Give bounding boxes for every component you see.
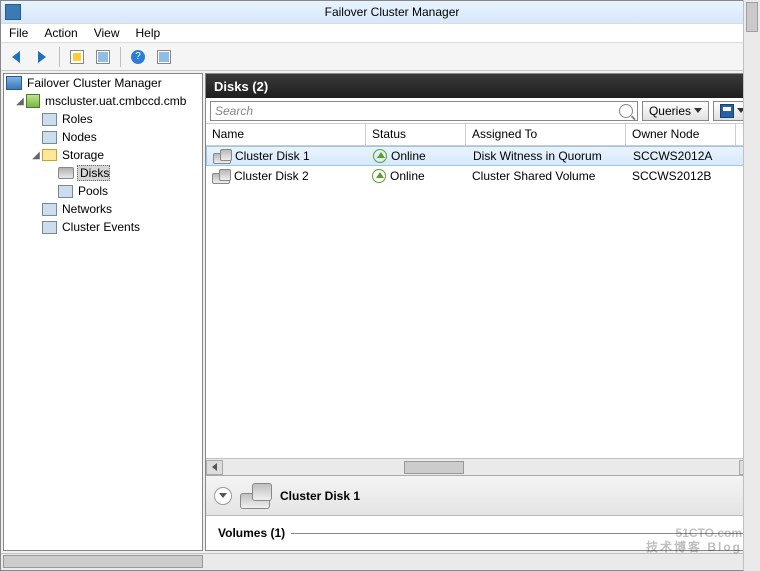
collapse-icon[interactable]: ◢ [14, 96, 26, 107]
triangle-left-icon [212, 463, 217, 471]
cluster-manager-icon [6, 76, 22, 90]
cell-name: Cluster Disk 2 [234, 169, 309, 183]
tree-disks[interactable]: Disks [4, 164, 202, 182]
collapse-detail-button[interactable] [214, 487, 232, 505]
tree-networks[interactable]: Networks [4, 200, 202, 218]
search-input[interactable]: Search [210, 101, 638, 121]
refresh-button[interactable] [153, 46, 175, 68]
arrow-right-icon [38, 51, 46, 63]
search-placeholder: Search [215, 104, 253, 118]
nav-tree[interactable]: Failover Cluster Manager ◢ mscluster.uat… [3, 73, 203, 551]
menu-view[interactable]: View [94, 26, 120, 40]
cell-status: Online [390, 169, 425, 183]
scroll-thumb[interactable] [404, 461, 464, 474]
help-button[interactable]: ? [127, 46, 149, 68]
disk-grid[interactable]: Cluster Disk 1 Online Disk Witness in Qu… [206, 146, 756, 458]
tree-label: Roles [60, 112, 93, 126]
search-icon [619, 104, 633, 118]
app-icon [5, 4, 21, 20]
col-name[interactable]: Name [206, 124, 366, 145]
page-vertical-scrollbar[interactable] [743, 0, 760, 571]
col-owner[interactable]: Owner Node [626, 124, 736, 145]
tree-label: Nodes [60, 130, 97, 144]
tree-cluster[interactable]: ◢ mscluster.uat.cmbccd.cmb [4, 92, 202, 110]
arrow-left-icon [12, 51, 20, 63]
detail-title: Cluster Disk 1 [280, 489, 360, 503]
cell-owner: SCCWS2012B [632, 169, 711, 183]
detail-pane: Cluster Disk 1 Volumes (1) [206, 475, 756, 550]
tree-label: Networks [60, 202, 112, 216]
tree-pools[interactable]: Pools [4, 182, 202, 200]
col-assigned[interactable]: Assigned To [466, 124, 626, 145]
save-icon [720, 104, 734, 118]
menu-file[interactable]: File [9, 26, 28, 40]
queries-label: Queries [649, 104, 691, 118]
tree-roles[interactable]: Roles [4, 110, 202, 128]
separator [120, 47, 121, 67]
col-status[interactable]: Status [366, 124, 466, 145]
window-title: Failover Cluster Manager [25, 5, 759, 19]
cell-owner: SCCWS2012A [633, 149, 712, 163]
scroll-left-button[interactable] [206, 460, 223, 475]
sheet-icon [96, 50, 110, 64]
toolbar: ? [1, 43, 759, 71]
table-row[interactable]: Cluster Disk 1 Online Disk Witness in Qu… [206, 146, 756, 166]
collapse-icon[interactable]: ◢ [30, 150, 42, 161]
volumes-label: Volumes (1) [218, 526, 285, 540]
grid-horizontal-scrollbar[interactable] [206, 458, 756, 475]
scroll-thumb[interactable] [746, 2, 758, 32]
panel-icon [70, 50, 84, 64]
disks-icon [58, 167, 74, 179]
menu-help[interactable]: Help [136, 26, 161, 40]
nav-forward-button[interactable] [31, 46, 53, 68]
show-hide-tree-button[interactable] [66, 46, 88, 68]
help-icon: ? [131, 50, 145, 64]
chevron-down-icon [694, 108, 702, 113]
window-horizontal-scrollbar[interactable] [1, 553, 759, 570]
nav-back-button[interactable] [5, 46, 27, 68]
nodes-icon [42, 131, 57, 144]
networks-icon [42, 203, 57, 216]
roles-icon [42, 113, 57, 126]
column-headers[interactable]: Name Status Assigned To Owner Node Disk [206, 124, 756, 146]
cell-status: Online [391, 149, 426, 163]
panel-title: Disks (2) [206, 74, 756, 98]
table-row[interactable]: Cluster Disk 2 Online Cluster Shared Vol… [206, 166, 756, 186]
pools-icon [58, 185, 73, 198]
tree-storage[interactable]: ◢ Storage [4, 146, 202, 164]
tree-label: mscluster.uat.cmbccd.cmb [43, 94, 186, 108]
title-bar: Failover Cluster Manager [1, 1, 759, 23]
tree-label: Cluster Events [60, 220, 140, 234]
cluster-icon [26, 94, 40, 108]
refresh-icon [157, 50, 171, 64]
tree-nodes[interactable]: Nodes [4, 128, 202, 146]
queries-button[interactable]: Queries [642, 101, 709, 121]
tree-label: Storage [60, 148, 104, 162]
tree-events[interactable]: Cluster Events [4, 218, 202, 236]
disk-icon [213, 149, 231, 163]
tree-label: Pools [76, 184, 108, 198]
status-online-icon [372, 169, 386, 183]
cell-name: Cluster Disk 1 [235, 149, 310, 163]
storage-icon [42, 149, 57, 161]
disk-icon [212, 169, 230, 183]
menu-bar: File Action View Help [1, 23, 759, 43]
status-online-icon [373, 149, 387, 163]
scroll-thumb[interactable] [3, 555, 203, 568]
properties-button[interactable] [92, 46, 114, 68]
menu-action[interactable]: Action [44, 26, 77, 40]
tree-root[interactable]: Failover Cluster Manager [4, 74, 202, 92]
divider [291, 533, 744, 534]
disk-large-icon [240, 483, 272, 509]
tree-label: Failover Cluster Manager [25, 76, 162, 90]
separator [59, 47, 60, 67]
events-icon [42, 221, 57, 234]
cell-assigned: Cluster Shared Volume [472, 169, 595, 183]
cell-assigned: Disk Witness in Quorum [473, 149, 602, 163]
chevron-down-icon [219, 493, 227, 498]
tree-label: Disks [77, 165, 110, 181]
